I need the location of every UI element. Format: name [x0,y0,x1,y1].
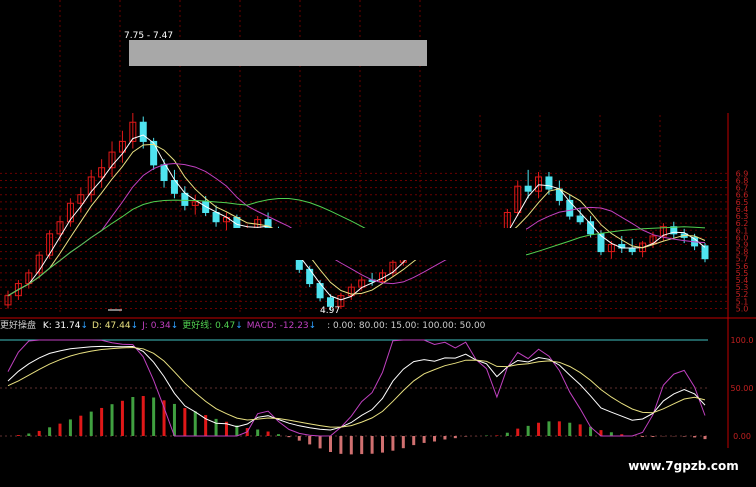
reference-value: : 80.00 [353,321,385,331]
reference-value: : 0.00 [327,321,354,331]
indicator-legend: 更好操盘 K: 31.74↓ D: 47.44↓ J: 0.34↓ 更好线: 0.47… [0,319,560,333]
indicator-value: 更好线: 0.47↓ [182,321,243,331]
indicator-axis: 100.0 50.00 0.00 [731,336,754,441]
indicator-value: K: 31.74↓ [42,321,88,331]
candle-body [160,164,168,182]
candle-body [576,215,584,223]
price-low-label: 4.97 [320,306,340,316]
price-axis: 6.96.86.76.66.56.46.36.26.16.05.95.85.75… [736,169,749,313]
reference-value: : 100.00 [416,321,454,331]
candle-body [181,192,189,206]
watermark: www.7gpzb.com [611,448,756,487]
price-highlight-band [129,40,427,66]
indicator-value: D: 47.44↓ [92,321,139,331]
down-arrow-icon: ↓ [130,321,139,331]
reference-value: : 15.00 [384,321,417,331]
main-chart-marks [4,113,709,311]
indicator-tick-label: 100.0 [731,336,754,345]
down-arrow-icon: ↓ [170,321,179,331]
indicator-tick-label: 50.00 [731,384,754,393]
redacted-block-middle [230,228,526,260]
candle-body [545,176,553,190]
candle-body [139,121,147,142]
indicator-grid [0,339,708,437]
price-tick-label: 5.0 [736,304,749,313]
indicator-title: 更好操盘 [0,321,37,331]
down-arrow-icon: ↓ [80,321,88,331]
redacted-block-top [427,0,756,113]
reference-value: : 50.00 [453,321,486,331]
candle-body [701,245,709,260]
candle-body [628,247,636,253]
down-arrow-icon: ↓ [235,321,243,331]
indicator-tick-label: 0.00 [733,432,751,441]
indicator-marks [7,339,707,455]
candle-body [524,185,532,192]
candle-body [566,199,574,217]
down-arrow-icon: ↓ [308,321,317,331]
candle-body [212,212,220,223]
indicator-value: MACD: -12.23↓ [246,321,317,331]
candle-body [597,233,605,253]
indicator-value: J: 0.34↓ [142,321,179,331]
